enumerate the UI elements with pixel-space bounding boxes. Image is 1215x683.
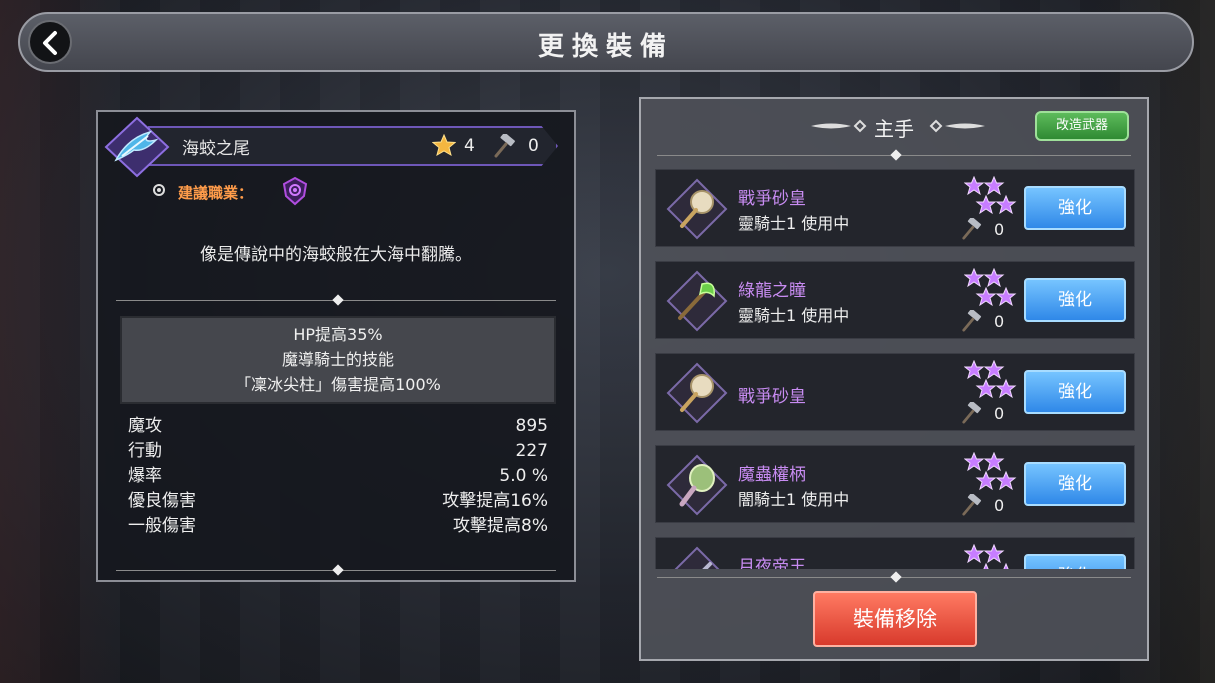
- item-star-count: 4: [464, 136, 475, 156]
- rarity-stars-icon: [964, 360, 1017, 399]
- hammer-icon: [962, 402, 982, 424]
- list-item[interactable]: 綠龍之瞳 靈騎士1 使用中 0 強化: [655, 261, 1135, 339]
- effect-line: HP提高35%: [293, 325, 383, 344]
- effect-line: 「凜冰尖柱」傷害提高100%: [235, 375, 441, 394]
- item-status: 闇騎士1 使用中: [738, 490, 850, 509]
- sand-emperor-weapon-icon: [666, 362, 728, 424]
- divider-diamond: [332, 294, 344, 306]
- rarity-stars-icon: [964, 544, 1009, 569]
- hammer-icon: [962, 494, 982, 516]
- list-item[interactable]: 戰爭砂皇 靈騎士1 使用中 0 強化: [655, 169, 1135, 247]
- item-name: 海蛟之尾: [182, 139, 250, 159]
- hammer-icon: [494, 134, 515, 158]
- enhance-button[interactable]: 強化: [1024, 462, 1126, 506]
- rarity-stars-icon: [964, 176, 1017, 215]
- item-enhance-level: 0: [994, 496, 1005, 515]
- stat-row: 魔攻 895: [128, 414, 548, 439]
- effect-line: 魔導騎士的技能: [281, 350, 394, 369]
- hammer-icon: [962, 310, 982, 332]
- list-item[interactable]: 戰爭砂皇 0 強化: [655, 353, 1135, 431]
- effect-box: HP提高35% 魔導騎士的技能 「凜冰尖柱」傷害提高100%: [120, 316, 556, 404]
- rarity-stars-icon: [964, 452, 1017, 491]
- enhance-button[interactable]: 強化: [1024, 278, 1126, 322]
- stat-value: 攻擊提高8%: [453, 516, 548, 536]
- demon-bug-scepter-weapon-icon: [666, 454, 728, 516]
- moon-emperor-weapon-icon: [674, 546, 720, 569]
- page-title: 更換裝備: [537, 32, 674, 62]
- sea-serpent-weapon-icon: [104, 116, 170, 178]
- sand-emperor-weapon-icon: [666, 178, 728, 240]
- item-enhance-level: 0: [994, 220, 1005, 239]
- stats-list: 魔攻 895 行動 227 爆率 5.0 % 優良傷害 攻擊提高16% 一般傷害…: [128, 414, 548, 539]
- item-name: 戰爭砂皇: [738, 189, 806, 209]
- item-name: 魔蟲權柄: [738, 465, 806, 485]
- list-item[interactable]: 魔蟲權柄 闇騎士1 使用中 0 強化: [655, 445, 1135, 523]
- star-icon: [432, 134, 456, 156]
- stat-value: 895: [515, 416, 548, 436]
- divider-diamond: [332, 564, 344, 576]
- class-emblem-icon[interactable]: [280, 176, 310, 206]
- equipment-list-panel: 主手 改造武器 戰爭砂皇 靈騎士1 使用中 0 強化 綠龍之瞳 靈騎士1 使用中…: [639, 97, 1149, 661]
- stat-label: 一般傷害: [128, 516, 196, 536]
- item-status: 靈騎士1 使用中: [738, 306, 850, 325]
- modify-weapon-button[interactable]: 改造武器: [1035, 111, 1129, 141]
- item-name: 綠龍之瞳: [738, 281, 806, 301]
- stat-label: 爆率: [128, 466, 162, 486]
- stat-label: 優良傷害: [128, 491, 196, 511]
- recommend-bullet-icon: [153, 184, 165, 196]
- enhance-button[interactable]: 強化: [1024, 370, 1126, 414]
- item-name: 月夜帝王: [738, 557, 806, 569]
- enhance-button[interactable]: 強化: [1024, 554, 1126, 569]
- stat-row: 一般傷害 攻擊提高8%: [128, 514, 548, 539]
- item-name: 戰爭砂皇: [738, 387, 806, 407]
- ornament-right-icon: [929, 119, 985, 133]
- divider-diamond: [890, 149, 902, 161]
- equipment-list[interactable]: 戰爭砂皇 靈騎士1 使用中 0 強化 綠龍之瞳 靈騎士1 使用中 0 強化 戰爭…: [655, 169, 1137, 569]
- list-item[interactable]: 月夜帝王 強化: [655, 537, 1135, 569]
- stat-row: 行動 227: [128, 439, 548, 464]
- stat-label: 魔攻: [128, 416, 162, 436]
- stat-value: 5.0 %: [499, 466, 548, 486]
- stat-label: 行動: [128, 441, 162, 461]
- recommend-class-label: 建議職業：: [178, 184, 254, 202]
- enhance-button[interactable]: 強化: [1024, 186, 1126, 230]
- item-enhance-level: 0: [994, 312, 1005, 331]
- hammer-icon: [962, 218, 982, 240]
- divider-diamond: [890, 571, 902, 583]
- item-detail-panel: 海蛟之尾 4 0 建議職業： 像是傳說中的海蛟般在大海中翻騰。 HP提高35% …: [96, 110, 576, 582]
- unequip-button[interactable]: 裝備移除: [813, 591, 977, 647]
- stat-value: 攻擊提高16%: [442, 491, 548, 511]
- stat-row: 爆率 5.0 %: [128, 464, 548, 489]
- item-status: 靈騎士1 使用中: [738, 214, 850, 233]
- item-enhance-level: 0: [994, 404, 1005, 423]
- header-bar: 更換裝備: [18, 12, 1194, 72]
- stat-value: 227: [515, 441, 548, 461]
- item-enhance-level: 0: [528, 136, 539, 156]
- green-dragon-eye-weapon-icon: [666, 270, 728, 332]
- item-description: 像是傳說中的海蛟般在大海中翻騰。: [200, 245, 472, 265]
- rarity-stars-icon: [964, 268, 1017, 307]
- stat-row: 優良傷害 攻擊提高16%: [128, 489, 548, 514]
